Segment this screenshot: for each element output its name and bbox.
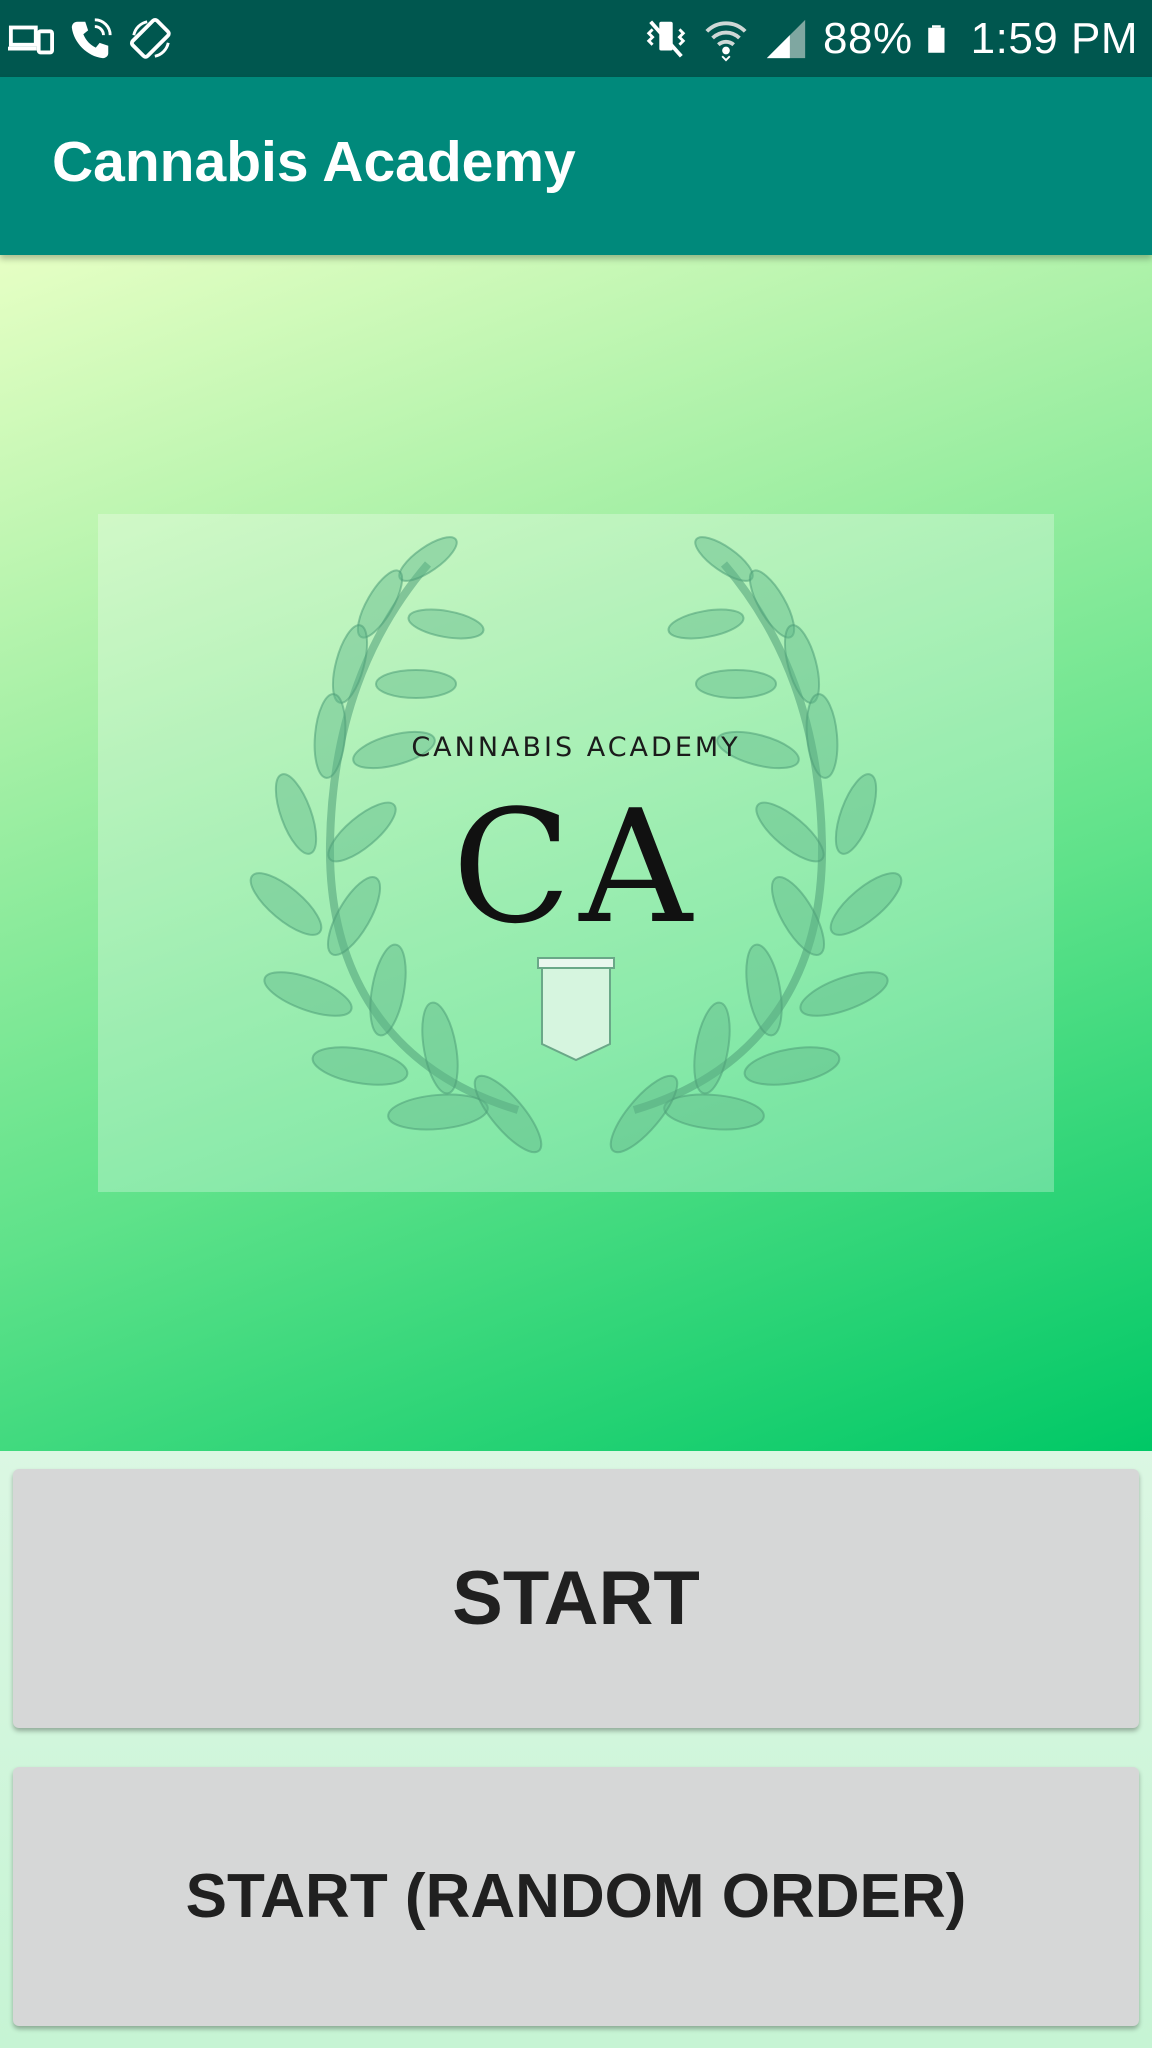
wifi-calling-icon bbox=[71, 18, 112, 59]
logo-panel: CANNABIS ACADEMY CA bbox=[98, 514, 1054, 1192]
start-button[interactable]: START bbox=[13, 1469, 1139, 1728]
start-random-order-button[interactable]: START (RANDOM ORDER) bbox=[13, 1767, 1139, 2026]
battery-percent: 88% bbox=[823, 14, 913, 63]
vibrate-icon bbox=[646, 20, 686, 58]
status-right-icons: 88% 1:59 PM bbox=[643, 8, 1138, 70]
auto-rotate-icon bbox=[129, 17, 171, 59]
logo-subtitle: CANNABIS ACADEMY bbox=[411, 732, 741, 763]
status-bar: 88% 1:59 PM bbox=[0, 0, 1152, 77]
logo-letters: CA bbox=[451, 776, 701, 958]
shield-icon bbox=[537, 957, 615, 1062]
buttons-area: START START (RANDOM ORDER) bbox=[0, 1451, 1152, 2048]
hero-banner: CANNABIS ACADEMY CA bbox=[0, 255, 1152, 1451]
app-title: Cannabis Academy bbox=[52, 130, 576, 194]
battery-icon bbox=[927, 25, 945, 53]
cast-devices-icon bbox=[8, 25, 54, 55]
app-bar: Cannabis Academy bbox=[0, 77, 1152, 255]
wifi-icon bbox=[705, 21, 747, 62]
cell-signal-icon bbox=[766, 19, 806, 59]
status-left-icons bbox=[8, 14, 174, 64]
status-time: 1:59 PM bbox=[970, 14, 1138, 63]
